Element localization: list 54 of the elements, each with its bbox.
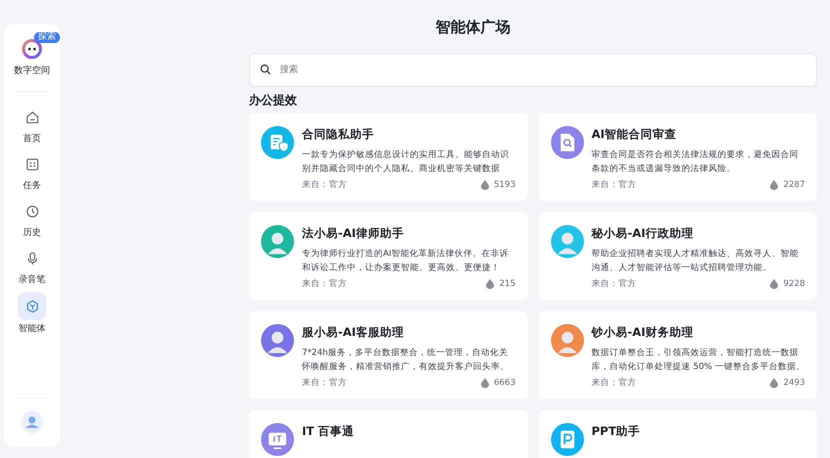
drop-icon [770,378,778,388]
source-label: 来自：官方 [592,377,636,389]
sidebar-item[interactable]: 首页 [19,104,45,145]
agent-title: 法小易-AI律师助手 [302,226,405,241]
cube-icon [24,298,40,314]
usage-count: 215 [499,279,516,289]
usage-count: 5193 [494,180,516,190]
drop-icon [770,279,778,289]
agent-card[interactable]: 钞小易-AI财务助理 数据订单整合王，引领高效运营，智能打造统一数据库，自动化订单处理提速 50% 一键整合多平台数据。 来自：官方 2493 [538,311,817,399]
agent-title: 合同隐私助手 [302,127,375,142]
drop-icon [480,378,489,388]
agent-card[interactable]: 服小易-AI客服助理 7*24h服务，多平台数据整合，统一管理，自动化关怀唤醒服务，精准营销推广，有效提升客户回头率。 来自：官方 6663 [249,311,528,399]
checklist-icon [24,156,40,172]
agent-title: IT 百事通 [302,424,356,439]
drop-icon [770,180,778,190]
drop-icon [486,279,494,289]
agent-title: 钞小易-AI财务助理 [592,325,694,340]
agent-description: 帮助企业招聘者实现人才精准触达、高效寻人、智能沟通、人才智能评估等一站式招聘管理功能。 [592,248,800,275]
agent-card[interactable]: PPT助手 [538,410,817,458]
source-label: 来自：官方 [592,179,636,191]
section-title: 办公提效 [249,92,298,109]
agent-description: 数据订单整合王，引领高效运营，智能打造统一数据库，自动化订单处理提速 50% 一键整合多平台数据。 [592,346,805,374]
sidebar-item[interactable]: 录音笔 [18,245,46,286]
search-icon [260,64,271,75]
sidebar-item[interactable]: 任务 [19,151,45,192]
source-label: 来自：官方 [302,377,347,389]
explore-badge: 探索 [34,32,60,43]
agent-card[interactable]: IT 百事通 [249,410,528,458]
agent-description: 审查合同是否符合相关法律法规的要求，避免因合同条款的不当或遗漏导致的法律风险。 [592,148,800,176]
sidebar-item[interactable]: 历史 [19,198,45,239]
agent-card[interactable]: 秘小易-AI行政助理 帮助企业招聘者实现人才精准触达、高效寻人、智能沟通、人才智能评估等一站式招聘管理功能。 来自：官方 9228 [538,212,817,300]
usage-count: 2287 [783,180,805,190]
page-title: 智能体广场 [434,18,512,37]
agent-title: AI智能合同审查 [592,127,678,142]
usage-count: 9228 [783,279,805,289]
agent-card[interactable]: AI智能合同审查 审查合同是否符合相关法律法规的要求，避免因合同条款的不当或遗漏导致的法律风险。 来自：官方 2287 [538,113,817,201]
home-icon [24,110,40,124]
source-label: 来自：官方 [592,278,636,290]
usage-count: 6663 [494,378,516,388]
clock-icon [24,204,40,218]
agent-card[interactable]: 合同隐私助手 一款专为保护敏感信息设计的实用工具。能够自动识别并隐藏合同中的个人隐私、商业机密等关键数据 来自：官方 5193 [249,113,528,201]
agent-description: 7*24h服务，多平台数据整合，统一管理，自动化关怀唤醒服务，精准营销推广，有效提升客户回头率。 [302,347,510,374]
agent-description: 专为律师行业打造的AI智能化革新法律伙伴。在非诉和诉讼工作中，让办案更智能、更高效、更便捷！ [302,248,510,275]
search-field[interactable]: 搜索 [249,53,817,87]
brand-name: 数字空间 [14,64,50,77]
agent-title: PPT助手 [592,424,642,439]
source-label: 来自：官方 [302,278,347,290]
agent-card[interactable]: 法小易-AI律师助手 专为律师行业打造的AI智能化革新法律伙伴。在非诉和诉讼工作中，让办案更智能、更高效、更便捷！ 来自：官方 215 [249,212,528,300]
agent-title: 服小易-AI客服助理 [302,325,405,340]
source-label: 来自：官方 [302,179,347,191]
usage-count: 2493 [783,378,805,388]
agent-description: 一款专为保护敏感信息设计的实用工具。能够自动识别并隐藏合同中的个人隐私、商业机密等关键数据 [302,149,510,176]
drop-icon [480,180,489,190]
agent-title: 秘小易-AI行政助理 [592,226,694,241]
